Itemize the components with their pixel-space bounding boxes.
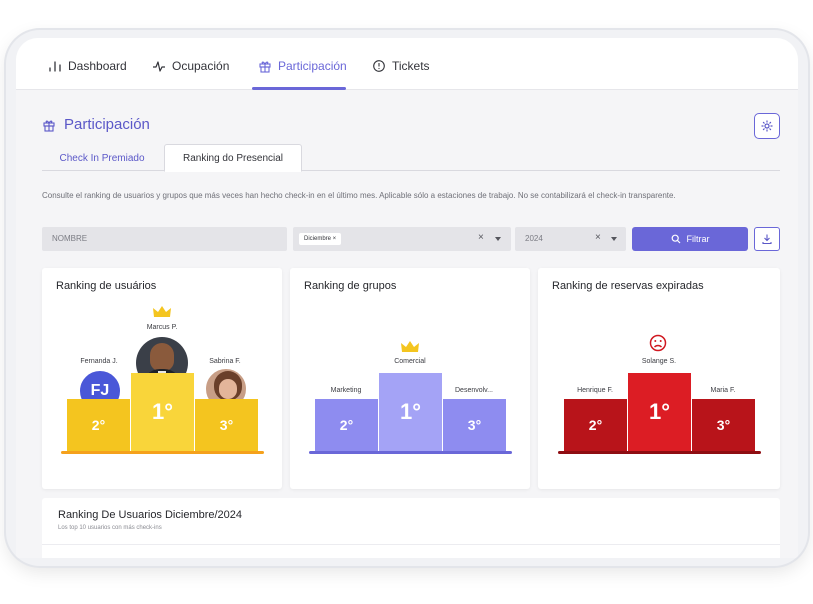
first-place-name: Marcus P. bbox=[146, 324, 178, 331]
podium-third: 3° bbox=[195, 399, 258, 451]
chevron-down-icon[interactable] bbox=[495, 237, 501, 241]
podium-second: 2° bbox=[67, 399, 130, 451]
settings-button[interactable] bbox=[754, 113, 780, 139]
table-subtitle: Los top 10 usuarios con más check-ins bbox=[58, 525, 162, 531]
search-icon bbox=[671, 234, 680, 244]
gift-icon bbox=[259, 61, 271, 73]
ranking-users-card: Ranking de usuários Marcus P. Fernanda J… bbox=[42, 268, 282, 489]
tab-participacion[interactable]: Participación bbox=[258, 56, 347, 76]
second-place-name: Marketing bbox=[330, 387, 362, 394]
card-title: Ranking de grupos bbox=[304, 280, 397, 292]
podium-second: 2° bbox=[564, 399, 627, 451]
page-title: Participación bbox=[42, 116, 150, 133]
download-icon bbox=[762, 234, 772, 245]
active-tab-indicator bbox=[252, 87, 346, 90]
avatar-initials: FJ bbox=[90, 382, 110, 399]
bar-chart-icon bbox=[49, 61, 61, 72]
gear-icon bbox=[761, 120, 773, 132]
tab-dashboard[interactable]: Dashboard bbox=[48, 56, 127, 76]
chevron-down-icon[interactable] bbox=[611, 237, 617, 241]
sad-face-icon bbox=[649, 334, 667, 352]
clock-icon bbox=[373, 60, 385, 72]
tab-ocupacion[interactable]: Ocupación bbox=[152, 56, 229, 76]
first-place-name: Comercial bbox=[394, 358, 426, 365]
ranking-groups-card: Ranking de grupos Comercial Marketing De… bbox=[290, 268, 530, 489]
clear-month-icon[interactable]: × bbox=[478, 232, 484, 243]
tab-label: Tickets bbox=[392, 59, 430, 73]
first-place-name: Solange S. bbox=[641, 358, 677, 365]
podium-base bbox=[61, 451, 264, 454]
clear-year-icon[interactable]: × bbox=[595, 232, 601, 243]
podium-base bbox=[309, 451, 512, 454]
name-input[interactable]: NOMBRE bbox=[42, 227, 287, 251]
divider bbox=[42, 544, 780, 545]
top-nav: Dashboard Ocupación Participación Ticket… bbox=[16, 38, 798, 90]
app-screen: Dashboard Ocupación Participación Ticket… bbox=[16, 38, 798, 558]
year-value: 2024 bbox=[525, 234, 543, 243]
ranking-expired-card: Ranking de reservas expiradas Solange S.… bbox=[538, 268, 780, 489]
third-place-name: Maria F. bbox=[710, 387, 736, 394]
table-title: Ranking De Usuarios Diciembre/2024 bbox=[58, 509, 243, 521]
third-place-name: Sabrina F. bbox=[209, 358, 241, 365]
crown-icon bbox=[153, 306, 171, 317]
podium-base bbox=[558, 451, 761, 454]
tab-label: Ocupación bbox=[172, 59, 230, 73]
card-title: Ranking de usuários bbox=[56, 280, 157, 292]
second-place-name: Henrique F. bbox=[577, 387, 613, 394]
tab-label: Participación bbox=[278, 59, 347, 73]
podium-third: 3° bbox=[443, 399, 506, 451]
month-chip[interactable]: Diciembre × bbox=[299, 233, 342, 245]
filter-button-label: Filtrar bbox=[686, 234, 710, 244]
month-select[interactable]: Diciembre × × bbox=[293, 227, 511, 251]
tab-label: Dashboard bbox=[68, 59, 127, 73]
gift-icon bbox=[43, 120, 55, 132]
podium-first: 1° bbox=[628, 373, 691, 451]
ranking-table-card: Ranking De Usuarios Diciembre/2024 Los t… bbox=[42, 498, 780, 558]
podium-third: 3° bbox=[692, 399, 755, 451]
subtab-ranking-presencial[interactable]: Ranking do Presencial bbox=[164, 144, 302, 172]
activity-icon bbox=[153, 61, 165, 72]
filter-button[interactable]: Filtrar bbox=[632, 227, 748, 251]
podium-first: 1° bbox=[379, 373, 442, 451]
second-place-name: Fernanda J. bbox=[80, 358, 118, 365]
subtab-check-in-premiado[interactable]: Check In Premiado bbox=[42, 144, 162, 172]
card-title: Ranking de reservas expiradas bbox=[552, 280, 704, 292]
tab-tickets[interactable]: Tickets bbox=[372, 56, 430, 76]
third-place-name: Desenvolv... bbox=[455, 387, 493, 394]
device-frame: Dashboard Ocupación Participación Ticket… bbox=[6, 30, 808, 566]
year-select[interactable]: 2024 × bbox=[515, 227, 626, 251]
page-description: Consulte el ranking de usuarios y grupos… bbox=[42, 191, 676, 200]
podium-first: 1° bbox=[131, 373, 194, 451]
podium-second: 2° bbox=[315, 399, 378, 451]
page-title-text: Participación bbox=[64, 116, 150, 133]
sub-tabs: Check In Premiado Ranking do Presencial bbox=[42, 144, 780, 172]
crown-icon bbox=[401, 341, 419, 352]
download-button[interactable] bbox=[754, 227, 780, 251]
